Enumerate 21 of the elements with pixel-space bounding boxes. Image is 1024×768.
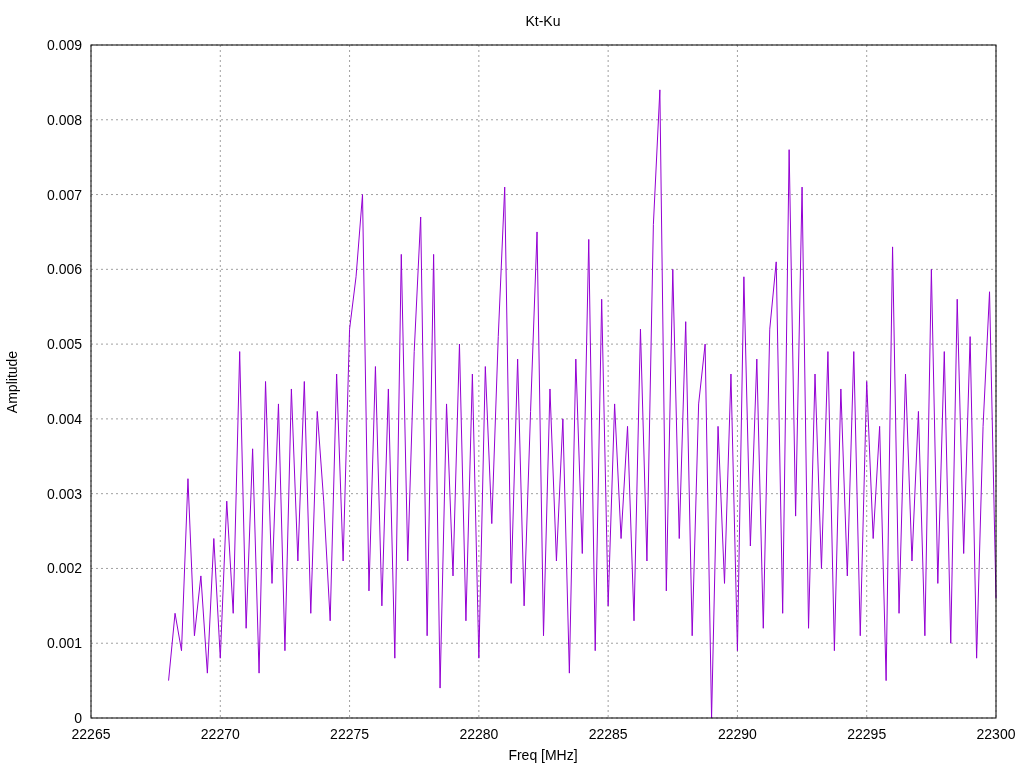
y-tick-label: 0.001 — [46, 635, 82, 652]
x-tick-label: 22300 — [976, 726, 1016, 742]
x-tick-label: 22290 — [717, 726, 757, 742]
y-tick-label: 0.003 — [46, 485, 82, 502]
y-tick-label: 0.005 — [46, 336, 82, 353]
chart-title: Kt-Ku — [525, 13, 561, 29]
x-tick-label: 22295 — [847, 726, 887, 742]
x-tick-label: 22275 — [330, 726, 370, 742]
y-tick-label: 0.004 — [46, 410, 82, 427]
x-tick-label: 22270 — [200, 726, 240, 742]
y-tick-label: 0.008 — [46, 111, 82, 128]
x-tick-label: 22285 — [588, 726, 628, 742]
y-tick-label: 0 — [74, 710, 82, 726]
y-tick-label: 0.002 — [46, 560, 82, 577]
y-tick-label: 0.009 — [46, 37, 82, 53]
x-tick-label: 22280 — [459, 726, 499, 742]
x-tick-label: 22265 — [71, 726, 111, 742]
y-tick-label: 0.006 — [46, 261, 82, 278]
y-tick-label: 0.007 — [46, 186, 82, 203]
x-axis-label: Freq [MHz] — [508, 747, 578, 763]
y-axis-label: Amplitude — [4, 350, 20, 414]
